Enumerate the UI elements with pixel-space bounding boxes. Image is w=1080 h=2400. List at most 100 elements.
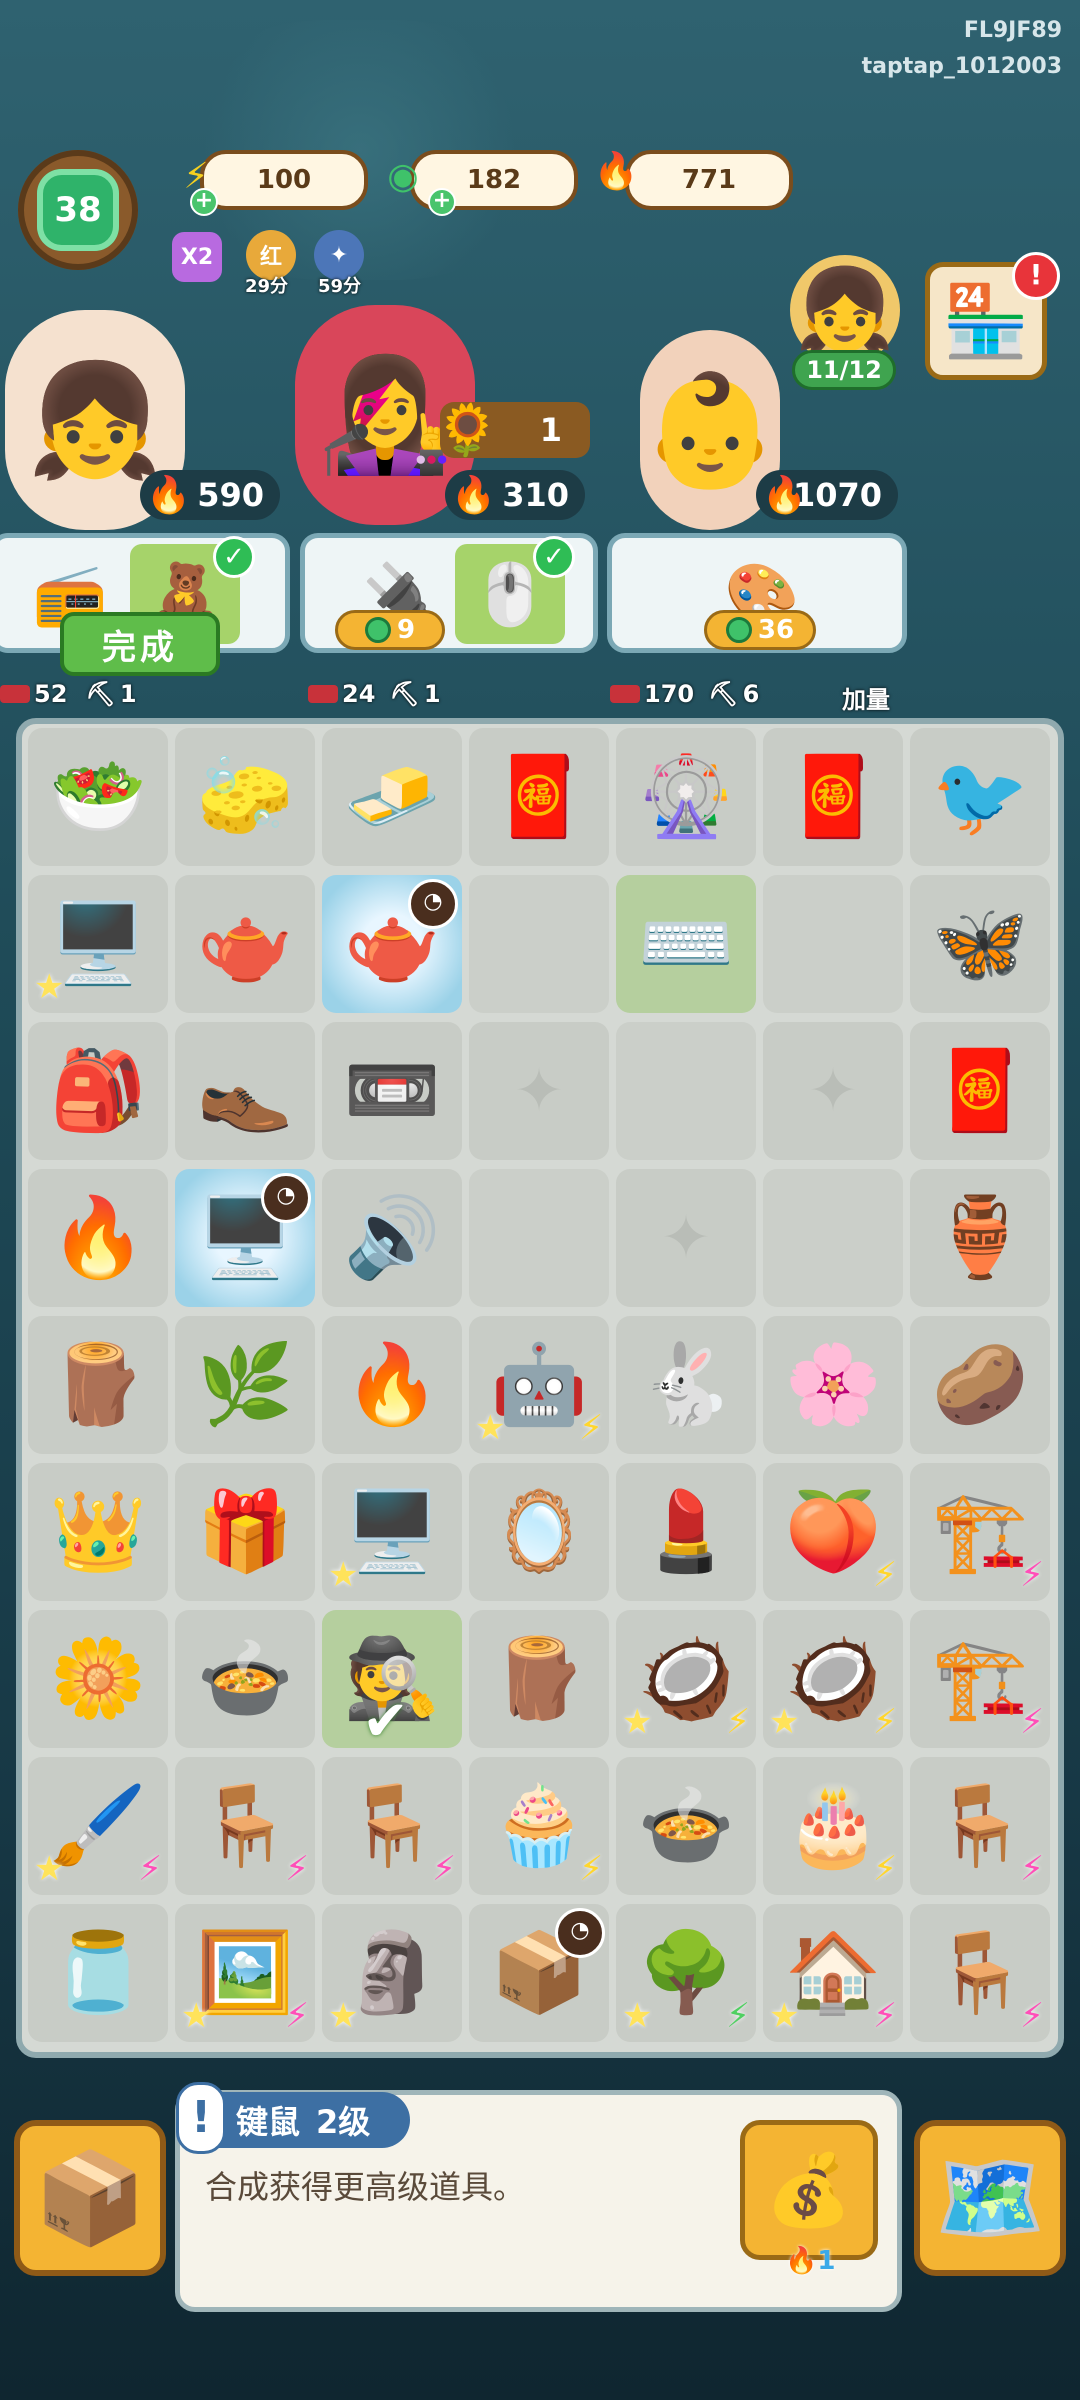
board-item[interactable]: 🖼️ ★ ⚡: [175, 1904, 315, 2042]
board-item[interactable]: ✦: [763, 1022, 903, 1160]
board-item[interactable]: 🏺: [910, 1169, 1050, 1307]
board-item[interactable]: 🧁 ⚡: [469, 1757, 609, 1895]
board-item[interactable]: 🍲: [616, 1757, 756, 1895]
board-item[interactable]: 🧧: [469, 728, 609, 866]
board-item-icon: 🔊: [343, 1192, 441, 1283]
board-item[interactable]: 🤖 ★ ⚡: [469, 1316, 609, 1454]
board-item[interactable]: 🏗️ ⚡: [910, 1610, 1050, 1748]
board-item[interactable]: 🔥: [28, 1169, 168, 1307]
board-item-icon: 🏗️: [931, 1633, 1029, 1724]
board-item[interactable]: 🫖 ◔: [322, 875, 462, 1013]
board-item[interactable]: 🖌️ ★ ⚡: [28, 1757, 168, 1895]
board-item[interactable]: 🧽: [175, 728, 315, 866]
bolt-icon: ⚡: [726, 1702, 750, 1742]
map-button[interactable]: 🗺️: [914, 2120, 1066, 2276]
board-item[interactable]: 🗿 ★: [322, 1904, 462, 2042]
jade-coin-icon: [725, 617, 752, 643]
empty-cell[interactable]: [469, 1169, 609, 1307]
add-energy-button[interactable]: +: [190, 188, 218, 216]
board-item[interactable]: 🫙: [28, 1904, 168, 2042]
storage-box-button[interactable]: 📦: [14, 2120, 166, 2276]
order-card-2[interactable]: 🔌 🖱️ ✓ 9: [300, 533, 598, 653]
board-item[interactable]: 📦 ◔: [469, 1904, 609, 2042]
bolt-icon: ⚡: [873, 1996, 897, 2036]
board-item[interactable]: 📼: [322, 1022, 462, 1160]
add-coin-button[interactable]: +: [428, 188, 456, 216]
board-item[interactable]: 🍑 ⚡: [763, 1463, 903, 1601]
board-item[interactable]: ✦: [616, 1169, 756, 1307]
info-icon: !: [176, 2082, 226, 2154]
board-item[interactable]: 🧧: [763, 728, 903, 866]
board-item[interactable]: 🔊: [322, 1169, 462, 1307]
event-character-avatar[interactable]: 👧: [790, 255, 900, 365]
board-item[interactable]: 🌸: [763, 1316, 903, 1454]
board-item[interactable]: 🎡: [616, 728, 756, 866]
sell-button[interactable]: 💰: [740, 2120, 878, 2260]
board-item[interactable]: 🕵️ ✔: [322, 1610, 462, 1754]
player-level-badge[interactable]: 38: [18, 150, 138, 270]
board-item[interactable]: 🎁: [175, 1463, 315, 1601]
board-item[interactable]: 🪑 ⚡: [175, 1757, 315, 1895]
board-item[interactable]: 🥥 ★ ⚡: [616, 1610, 756, 1748]
board-item[interactable]: 🪞: [469, 1463, 609, 1601]
add-quantity-button[interactable]: 加量: [842, 680, 890, 715]
board-item[interactable]: ⌨️: [616, 875, 756, 1013]
board-item[interactable]: 🪑 ⚡: [910, 1757, 1050, 1895]
bolt-icon: ⚡: [285, 1996, 309, 2036]
empty-cell[interactable]: [469, 875, 609, 1013]
board-item-icon: 🏺: [931, 1192, 1029, 1283]
player-level: 38: [37, 169, 119, 251]
board-item[interactable]: 🐦: [910, 728, 1050, 866]
board-item[interactable]: 🪵: [469, 1610, 609, 1748]
board-item[interactable]: 🌳 ★ ⚡: [616, 1904, 756, 2042]
board-item-icon: 🫙: [49, 1927, 147, 2018]
bolt-icon: ⚡: [1020, 1555, 1044, 1595]
board-item-icon: 🎡: [637, 751, 735, 842]
board-item[interactable]: 🧈: [322, 728, 462, 866]
board-item[interactable]: 🎂 ⚡: [763, 1757, 903, 1895]
board-item[interactable]: 🍲: [175, 1610, 315, 1748]
blue-flame-icon: 🔥: [451, 475, 496, 516]
customer-girl-reward: 🔥 590: [140, 470, 280, 520]
board-item[interactable]: 🎒: [28, 1022, 168, 1160]
board-item[interactable]: 🪑 ⚡: [322, 1757, 462, 1895]
board-item[interactable]: 🥥 ★ ⚡: [763, 1610, 903, 1748]
board-item[interactable]: 🦋: [910, 875, 1050, 1013]
board-item[interactable]: 🌼: [28, 1610, 168, 1748]
board-item-icon: 💄: [637, 1486, 735, 1577]
board-item-icon: ✦: [807, 1056, 859, 1126]
board-item[interactable]: 🔥: [322, 1316, 462, 1454]
empty-cell[interactable]: [763, 1169, 903, 1307]
board-item[interactable]: 🐇: [616, 1316, 756, 1454]
board-item[interactable]: 👞: [175, 1022, 315, 1160]
board-item[interactable]: 🏠 ★ ⚡: [763, 1904, 903, 2042]
board-item-icon: 🎁: [196, 1486, 294, 1577]
board-item-icon: 🧧: [931, 1045, 1029, 1136]
board-item[interactable]: ✦: [469, 1022, 609, 1160]
board-item[interactable]: 🏗️ ⚡: [910, 1463, 1050, 1601]
board-item[interactable]: 🫖: [175, 875, 315, 1013]
board-item[interactable]: 🧧: [910, 1022, 1050, 1160]
complete-order-button[interactable]: 完成: [60, 612, 220, 676]
board-item[interactable]: 🪵: [28, 1316, 168, 1454]
pickaxe-icon: ⛏: [389, 680, 420, 708]
board-item[interactable]: 🥗: [28, 728, 168, 866]
board-item-icon: 🪑: [196, 1780, 294, 1871]
board-item[interactable]: 👑: [28, 1463, 168, 1601]
sell-price: 🔥1: [785, 2246, 836, 2276]
order-card-3[interactable]: 🎨 36: [607, 533, 907, 653]
board-item[interactable]: 🖥️ ★: [28, 875, 168, 1013]
double-buff[interactable]: X2: [172, 232, 222, 282]
energy-value: 100: [256, 165, 312, 195]
flame-counter[interactable]: 771: [625, 150, 793, 210]
board-item-icon: 🪑: [931, 1927, 1029, 2018]
empty-cell[interactable]: [763, 875, 903, 1013]
board-item[interactable]: 🖥️ ◔: [175, 1169, 315, 1307]
board-item[interactable]: 💄: [616, 1463, 756, 1601]
board-item[interactable]: 🌿: [175, 1316, 315, 1454]
board-item[interactable]: 🪑 ⚡: [910, 1904, 1050, 2042]
blue-flame-icon: 🔥: [146, 475, 191, 516]
empty-cell[interactable]: [616, 1022, 756, 1160]
board-item[interactable]: 🥔: [910, 1316, 1050, 1454]
board-item[interactable]: 🖥️ ★: [322, 1463, 462, 1601]
